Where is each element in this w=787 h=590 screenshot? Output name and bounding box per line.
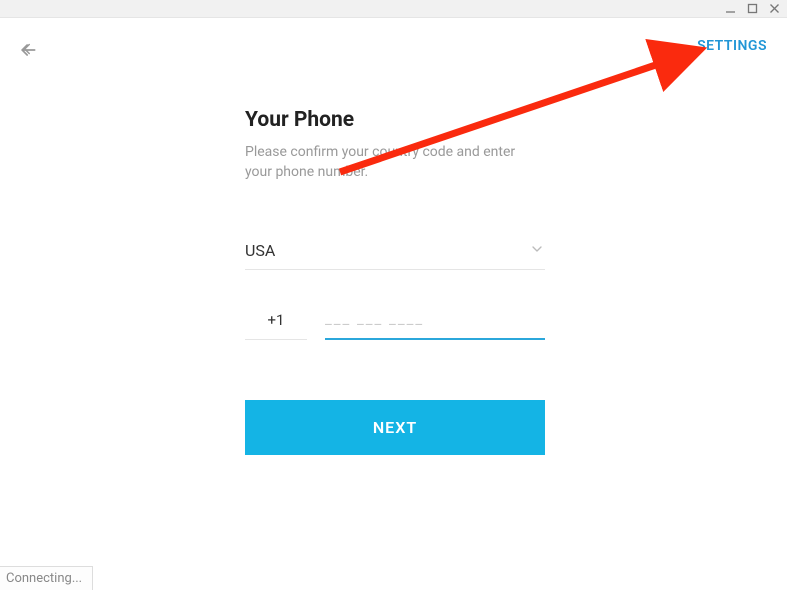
window-titlebar	[0, 0, 787, 18]
chevron-down-icon	[529, 241, 545, 261]
page-subtitle: Please confirm your country code and ent…	[245, 142, 545, 183]
maximize-icon	[747, 3, 758, 14]
window-close-button[interactable]	[767, 2, 781, 16]
status-toast: Connecting...	[0, 566, 93, 590]
settings-link[interactable]: SETTINGS	[697, 38, 767, 54]
minimize-icon	[725, 3, 736, 14]
back-button[interactable]	[18, 40, 36, 62]
window-minimize-button[interactable]	[723, 2, 737, 16]
country-name: USA	[245, 241, 275, 260]
window-maximize-button[interactable]	[745, 2, 759, 16]
app-header: SETTINGS	[0, 18, 787, 68]
phone-number-input[interactable]	[325, 310, 545, 340]
close-icon	[769, 3, 780, 14]
phone-row: +1	[245, 310, 545, 340]
dial-code-field[interactable]: +1	[245, 311, 307, 340]
page-title: Your Phone	[245, 108, 545, 132]
country-select[interactable]: USA	[245, 241, 545, 270]
next-button[interactable]: NEXT	[245, 400, 545, 455]
phone-form: Your Phone Please confirm your country c…	[245, 108, 545, 455]
arrow-left-icon	[18, 40, 38, 60]
